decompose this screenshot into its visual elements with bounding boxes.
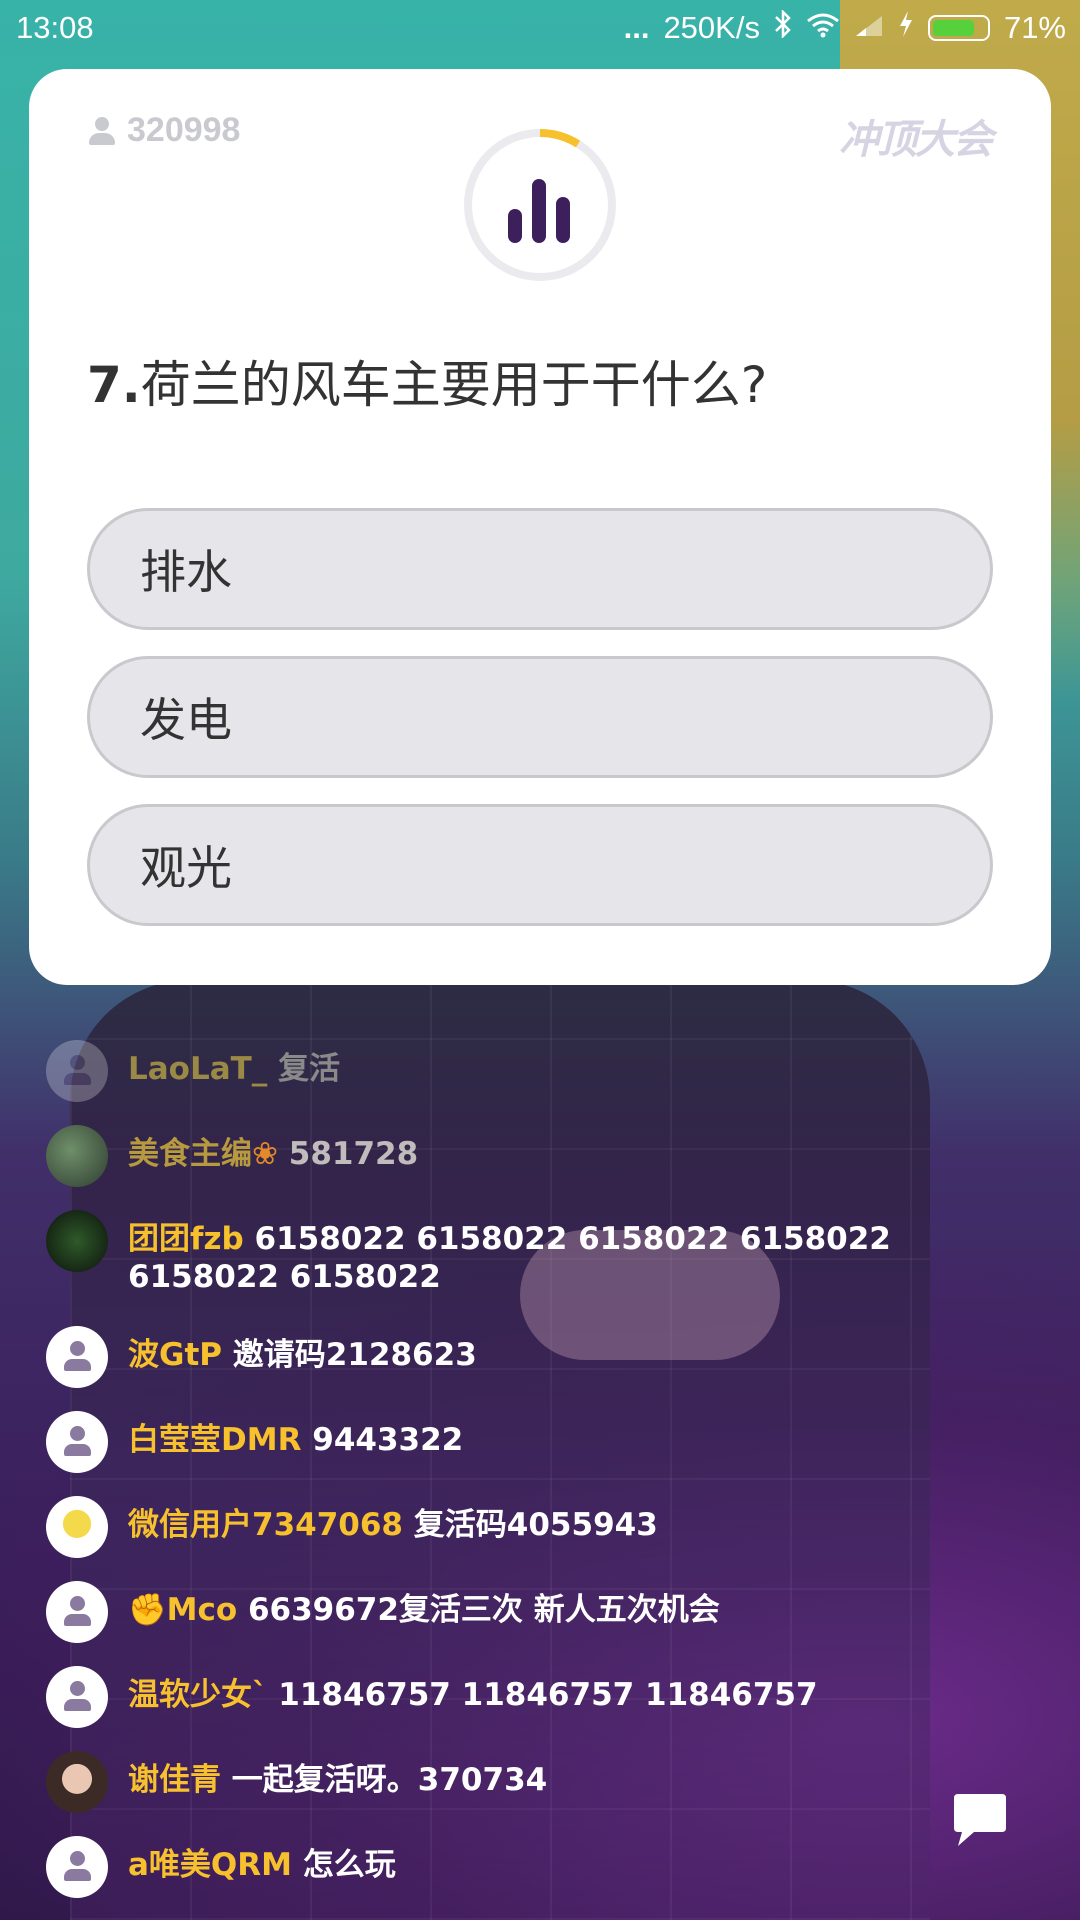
- chat-message: 微信用户7347068 复活码4055943: [46, 1496, 988, 1558]
- avatar[interactable]: [46, 1040, 108, 1102]
- chat-text: 怎么玩: [302, 1847, 396, 1883]
- chat-message: 团团fzb 6158022 6158022 6158022 6158022 61…: [46, 1210, 988, 1296]
- battery-icon: [927, 15, 990, 41]
- avatar[interactable]: [46, 1326, 108, 1388]
- chat-text: 复活: [278, 1051, 341, 1087]
- chat-username[interactable]: Mco: [167, 1592, 238, 1628]
- chat-message: 波GtP 邀请码2128623: [46, 1326, 988, 1388]
- answer-option-label: 发电: [140, 693, 232, 747]
- avatar[interactable]: [46, 1210, 108, 1272]
- answer-option-1[interactable]: 排水: [87, 508, 993, 630]
- answer-option-3[interactable]: 观光: [87, 804, 993, 926]
- chat-text: 9443322: [312, 1422, 464, 1458]
- chat-text: 6639672复活三次 新人五次机会: [247, 1592, 720, 1628]
- avatar[interactable]: [46, 1836, 108, 1898]
- avatar[interactable]: [46, 1666, 108, 1728]
- candy-icon: ❀: [252, 1136, 278, 1172]
- chat-text: 复活码4055943: [413, 1507, 658, 1543]
- chat-text: 一起复活呀。370734: [231, 1762, 548, 1798]
- avatar[interactable]: [46, 1751, 108, 1813]
- signal-icon: [854, 10, 884, 46]
- player-count: 320998: [89, 111, 240, 150]
- wifi-icon: [806, 10, 840, 46]
- status-bar: 13:08 ... 250K/s 71%: [0, 0, 1080, 58]
- question-body: 荷兰的风车主要用于干什么?: [140, 356, 768, 414]
- chat-username[interactable]: a唯美QRM: [128, 1847, 292, 1883]
- question-number: 7.: [87, 356, 141, 414]
- chat-username[interactable]: LaoLaT_: [128, 1051, 267, 1087]
- avatar[interactable]: [46, 1125, 108, 1187]
- player-count-value: 320998: [127, 111, 241, 149]
- question-card: 320998 冲顶大会 7.荷兰的风车主要用于干什么? 排水 发电 观光: [29, 69, 1051, 985]
- status-time: 13:08: [16, 10, 94, 45]
- chat-message: 美食主编❀ 581728: [46, 1125, 988, 1187]
- network-speed: 250K/s: [663, 10, 760, 45]
- chat-text: 11846757 11846757 11846757: [278, 1677, 818, 1713]
- chat-message: 谢佳青 一起复活呀。370734: [46, 1751, 988, 1813]
- avatar[interactable]: [46, 1411, 108, 1473]
- chat-username[interactable]: 微信用户7347068: [128, 1507, 403, 1543]
- chat-text: 邀请码2128623: [232, 1337, 477, 1373]
- chat-username[interactable]: 白莹莹DMR: [128, 1422, 301, 1458]
- chat-username[interactable]: 团团fzb: [128, 1221, 244, 1257]
- bluetooth-icon: [774, 8, 792, 46]
- countdown-timer: [464, 129, 616, 281]
- chat-username[interactable]: 温软少女`: [128, 1677, 268, 1713]
- chat-message: LaoLaT_ 复活: [46, 1040, 988, 1102]
- chat-text: 581728: [288, 1136, 419, 1172]
- avatar[interactable]: [46, 1581, 108, 1643]
- answer-option-2[interactable]: 发电: [87, 656, 993, 778]
- chat-username[interactable]: 美食主编: [128, 1136, 252, 1172]
- charging-icon: [898, 10, 914, 46]
- chat-message: a唯美QRM 怎么玩: [46, 1836, 988, 1898]
- question-text: 7.荷兰的风车主要用于干什么?: [87, 345, 767, 417]
- chat-message: 温软少女` 11846757 11846757 11846757: [46, 1666, 988, 1728]
- brand-logo: 冲顶大会: [839, 117, 993, 163]
- answer-option-label: 排水: [140, 545, 232, 599]
- fist-icon: ✊: [128, 1592, 167, 1628]
- more-dots: ...: [623, 10, 650, 45]
- chat-message: 白莹莹DMR 9443322: [46, 1411, 988, 1473]
- chat-message: ✊Mco 6639672复活三次 新人五次机会: [46, 1581, 988, 1643]
- chat-username[interactable]: 谢佳青: [128, 1762, 221, 1798]
- battery-percent: 71%: [1003, 10, 1066, 45]
- chat-username[interactable]: 波GtP: [128, 1337, 222, 1373]
- user-icon: [89, 116, 115, 145]
- avatar[interactable]: [46, 1496, 108, 1558]
- chat-bubble-icon[interactable]: [952, 1790, 1008, 1848]
- answer-option-label: 观光: [140, 841, 232, 895]
